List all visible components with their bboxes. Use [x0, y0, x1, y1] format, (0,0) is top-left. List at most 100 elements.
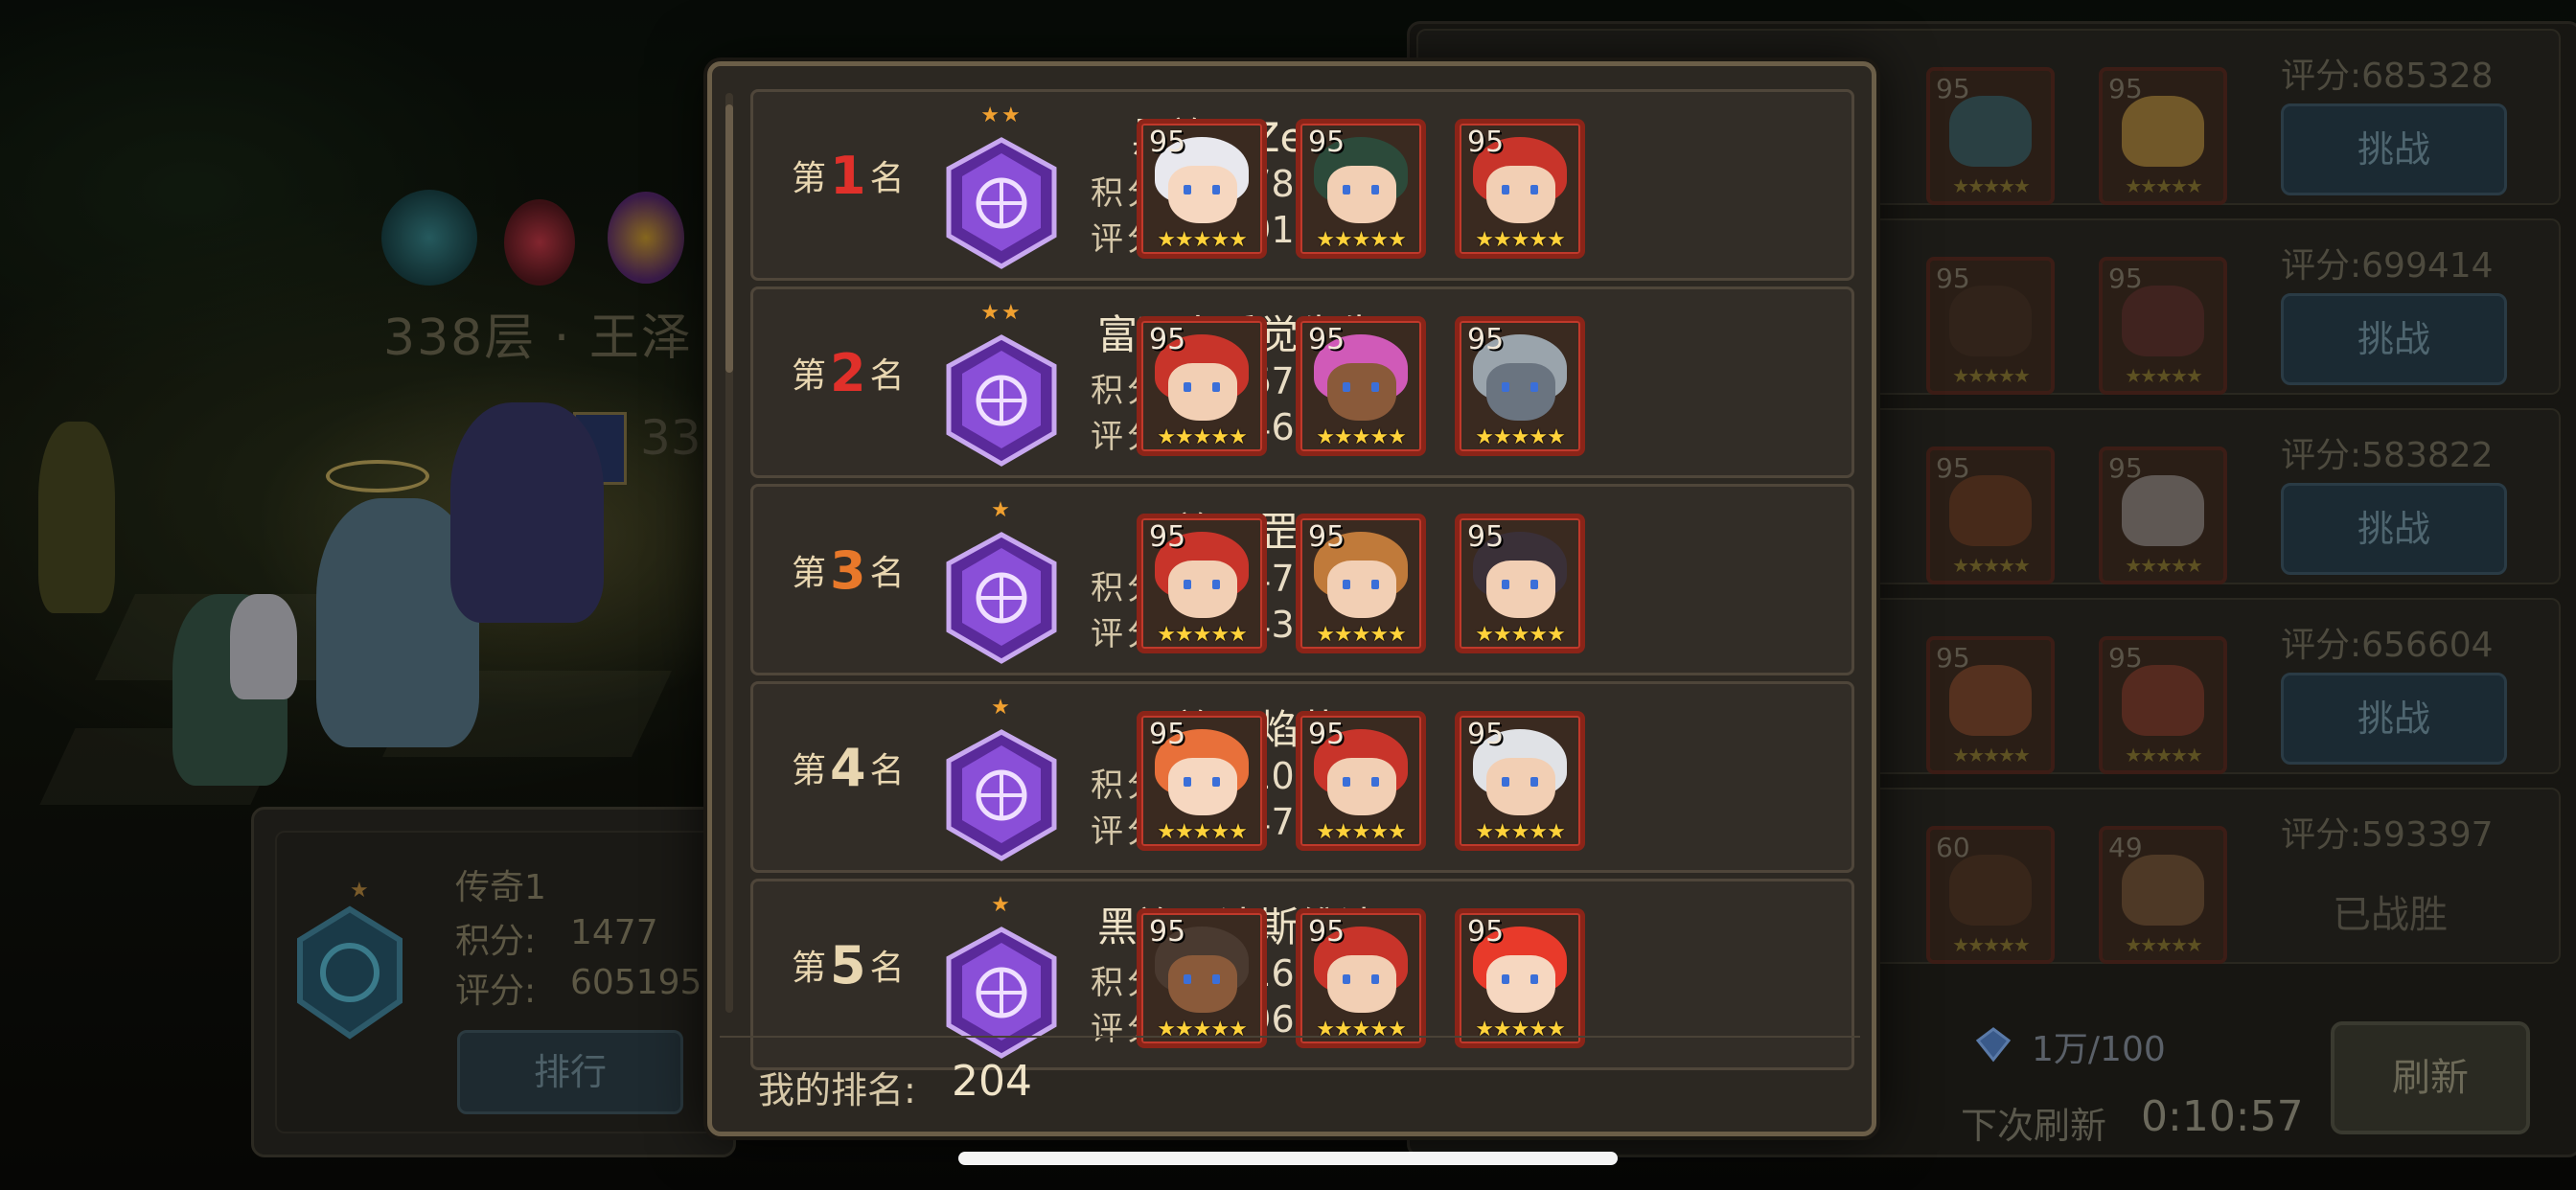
- ranking-row[interactable]: 第3名★黑袍丶罡子积分:2447评分:92437895★★★★★95★★★★★9…: [750, 484, 1854, 675]
- rank-suffix: 名: [869, 159, 905, 198]
- hero-level: 95: [1467, 126, 1505, 159]
- hero-stars-icon: ★★★★★: [1157, 623, 1248, 647]
- ranking-row[interactable]: 第2名★★富强丨睡觉先生积分:2467评分:114688695★★★★★95★★…: [750, 286, 1854, 478]
- hero-portrait[interactable]: 95 ★★★★★: [1137, 514, 1267, 653]
- rank-position: 第1 名: [792, 146, 905, 206]
- hero-face: [1949, 96, 2032, 167]
- hero-level: 95: [1467, 520, 1505, 554]
- hero-eye: [1343, 382, 1350, 392]
- rank-prefix: 第: [792, 356, 827, 396]
- hero-portrait[interactable]: 95 ★★★★★: [1296, 514, 1426, 653]
- opponent-hero-portrait: 95 ★★★★★: [2099, 257, 2227, 395]
- hero-portrait[interactable]: 95 ★★★★★: [1296, 119, 1426, 259]
- hero-eye: [1530, 777, 1538, 787]
- hero-eye: [1502, 974, 1509, 984]
- hero-eye: [1343, 185, 1350, 195]
- refresh-button[interactable]: 刷新: [2331, 1021, 2530, 1134]
- hero-portrait[interactable]: 95 ★★★★★: [1137, 711, 1267, 851]
- home-indicator[interactable]: [958, 1152, 1618, 1165]
- hero-face: [1949, 665, 2032, 736]
- tier-stars-icon: ★: [991, 893, 1012, 917]
- hero-stars-icon: ★★★★★: [1157, 425, 1248, 449]
- hero-portrait[interactable]: 95 ★★★★★: [1137, 316, 1267, 456]
- hero-stars-icon: ★★★★★: [1157, 820, 1248, 844]
- hero-portrait[interactable]: 95 ★★★★★: [1296, 711, 1426, 851]
- hero-eye: [1502, 777, 1509, 787]
- rank-number: 3: [830, 540, 866, 601]
- tier-stars-icon: ★: [991, 696, 1012, 720]
- hero-eye: [1343, 974, 1350, 984]
- hero-face: [1949, 855, 2032, 926]
- hero-face: [1486, 758, 1555, 815]
- opponent-hero-portrait: 95 ★★★★★: [2099, 636, 2227, 774]
- hero-stars-icon: ★★★★★: [1316, 820, 1407, 844]
- hero-face: [1327, 758, 1396, 815]
- opponent-score: 评分:583822: [2281, 436, 2494, 475]
- my-rank-label: 我的排名:: [758, 1069, 916, 1111]
- challenge-button[interactable]: 挑战: [2281, 103, 2507, 195]
- hero-face: [1486, 166, 1555, 223]
- rank-suffix: 名: [869, 554, 905, 593]
- challenge-button[interactable]: 挑战: [2281, 293, 2507, 385]
- hero-eye: [1530, 974, 1538, 984]
- hero-portrait[interactable]: 95 ★★★★★: [1296, 316, 1426, 456]
- hero-eye: [1343, 777, 1350, 787]
- hero-face: [1327, 363, 1396, 421]
- hero-portrait[interactable]: 95 ★★★★★: [1137, 908, 1267, 1048]
- points-value: 1477: [570, 913, 658, 952]
- hero-eye: [1530, 580, 1538, 589]
- score-label: 评分:: [455, 972, 537, 1011]
- hero-level: 95: [1149, 915, 1186, 949]
- hero-eye: [1371, 382, 1379, 392]
- hero-portrait[interactable]: 95 ★★★★★: [1296, 908, 1426, 1048]
- next-refresh-label: 下次刷新: [1961, 1105, 2107, 1147]
- hero-level: 95: [1149, 126, 1186, 159]
- opponent-score: 评分:593397: [2281, 815, 2494, 855]
- ranking-list[interactable]: 第1名★★黑袍丶Zero积分:2578评分:109189295★★★★★95★★…: [750, 89, 1854, 1107]
- hero-face: [1949, 475, 2032, 546]
- opponent-hero-portrait: 95 ★★★★★: [2099, 67, 2227, 205]
- ranking-row[interactable]: 第4名★黑袍丶焰蓝积分:2410评分:97476595★★★★★95★★★★★9…: [750, 681, 1854, 873]
- challenge-button[interactable]: 挑战: [2281, 483, 2507, 575]
- ranking-row[interactable]: 第1名★★黑袍丶Zero积分:2578评分:109189295★★★★★95★★…: [750, 89, 1854, 281]
- hero-eye: [1371, 777, 1379, 787]
- hero-face: [2122, 286, 2204, 356]
- hero-portrait[interactable]: 95 ★★★★★: [1455, 908, 1585, 1048]
- ranking-modal: 第1名★★黑袍丶Zero积分:2578评分:109189295★★★★★95★★…: [707, 61, 1876, 1136]
- hero-face: [2122, 96, 2204, 167]
- hero-eye: [1502, 382, 1509, 392]
- hero-eye: [1184, 580, 1191, 589]
- hero-portrait[interactable]: 95 ★★★★★: [1137, 119, 1267, 259]
- hero-eye: [1212, 974, 1220, 984]
- hero-stars-icon: ★★★★★: [1475, 623, 1566, 647]
- hero-portrait[interactable]: 95 ★★★★★: [1455, 514, 1585, 653]
- hero-level: 95: [1308, 718, 1346, 751]
- hero-eye: [1371, 974, 1379, 984]
- legend-tier-emblem-icon: [946, 137, 1057, 269]
- hero-portrait[interactable]: 95 ★★★★★: [1455, 711, 1585, 851]
- hero-eye: [1530, 382, 1538, 392]
- opponent-hero-portrait: 95 ★★★★★: [1926, 67, 2055, 205]
- rank-number: 1: [830, 146, 866, 206]
- rank-suffix: 名: [869, 356, 905, 396]
- hero-portrait[interactable]: 95 ★★★★★: [1455, 316, 1585, 456]
- hero-stars-icon: ★★★★★: [1952, 364, 2031, 387]
- scroll-thumb[interactable]: [725, 104, 733, 373]
- rank-suffix: 名: [869, 751, 905, 790]
- hero-stars-icon: ★★★★★: [1316, 228, 1407, 252]
- hero-stars-icon: ★★★★★: [1157, 1018, 1248, 1041]
- hero-level: 95: [1467, 718, 1505, 751]
- hero-face: [1327, 166, 1396, 223]
- hero-eye: [1502, 185, 1509, 195]
- hero-portrait[interactable]: 95 ★★★★★: [1455, 119, 1585, 259]
- opponent-hero-portrait: 95 ★★★★★: [1926, 446, 2055, 584]
- hero-stars-icon: ★★★★★: [1952, 744, 2031, 767]
- challenge-button[interactable]: 挑战: [2281, 673, 2507, 765]
- hero-level: 95: [1308, 520, 1346, 554]
- score-value: 605195: [570, 963, 702, 1002]
- refresh-timer: 0:10:57: [2141, 1092, 2304, 1141]
- rank-suffix: 名: [869, 949, 905, 988]
- ranking-button[interactable]: 排行: [457, 1030, 683, 1114]
- hero-level: 95: [1308, 323, 1346, 356]
- my-rank-bar: 我的排名: 204: [720, 1036, 1860, 1124]
